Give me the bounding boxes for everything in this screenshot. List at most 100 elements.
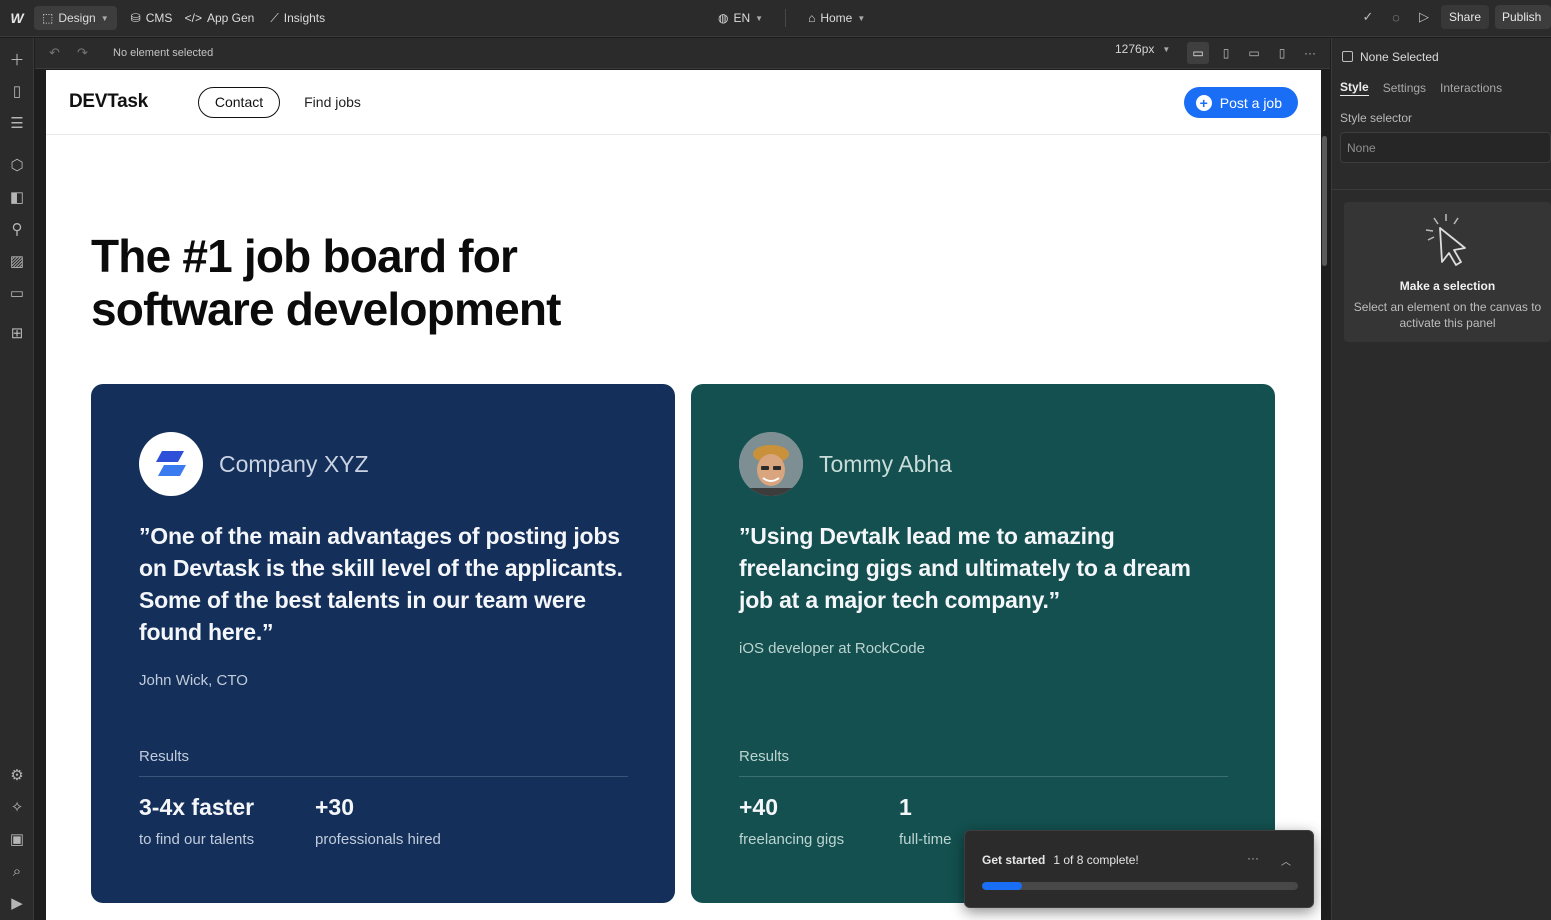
- locale-button[interactable]: ◍ EN ▼: [710, 6, 771, 30]
- selection-header: None Selected: [1332, 38, 1551, 75]
- chevron-down-icon: ▼: [100, 13, 109, 23]
- post-job-button[interactable]: + Post a job: [1183, 87, 1298, 118]
- stat-item: +40 freelancing gigs: [739, 794, 844, 848]
- insights-label: Insights: [283, 11, 326, 25]
- design-mode-button[interactable]: ⬚ Design ▼: [34, 6, 117, 30]
- cms-button[interactable]: ⛁ CMS: [123, 6, 177, 30]
- card-author-name: Company XYZ: [219, 450, 369, 477]
- audit-icon[interactable]: ▣: [6, 828, 28, 850]
- assets-icon[interactable]: ▨: [6, 250, 28, 272]
- right-panel: None Selected Style Settings Interaction…: [1331, 38, 1551, 920]
- navigator-icon[interactable]: ☰: [6, 112, 28, 134]
- stat-label: full-time: [899, 831, 952, 848]
- stat-label: to find our talents: [139, 831, 255, 848]
- site-navbar: DEVTask Contact Find jobs + Post a job: [46, 70, 1321, 135]
- get-started-progress-text: 1 of 8 complete!: [1053, 853, 1139, 867]
- page-selector-button[interactable]: ⌂ Home ▼: [800, 6, 873, 30]
- plus-icon: +: [1195, 94, 1212, 111]
- breakpoint-width-selector[interactable]: 1276px ▼: [1115, 42, 1170, 56]
- publish-button[interactable]: Publish: [1495, 5, 1551, 29]
- tab-settings[interactable]: Settings: [1383, 81, 1426, 95]
- ai-assistant-icon[interactable]: ✧: [6, 796, 28, 818]
- preview-play-icon[interactable]: ▷: [1413, 6, 1435, 28]
- chevron-up-icon[interactable]: ︿: [1281, 853, 1291, 868]
- mobile-portrait-icon[interactable]: ▯: [1271, 42, 1293, 64]
- undo-icon[interactable]: ↶: [49, 45, 63, 61]
- card-header: Company XYZ: [139, 432, 627, 496]
- tablet-breakpoint-icon[interactable]: ▯: [1215, 42, 1237, 64]
- left-toolbar: ＋ ▯ ☰ ⬡ ◧ ⚲ ▨ ▭ ⊞ ⚙ ✧ ▣ ⌕ ▶: [0, 38, 34, 920]
- settings-gear-icon[interactable]: ⚙: [6, 764, 28, 786]
- chart-line-icon: ⟋: [270, 10, 279, 25]
- canvas-scrollbar[interactable]: [1322, 136, 1327, 266]
- home-icon: ⌂: [808, 11, 816, 25]
- search-icon[interactable]: ⌕: [6, 860, 28, 882]
- get-started-progress-bar: [982, 882, 1298, 890]
- app-gen-button[interactable]: </> App Gen: [177, 6, 263, 30]
- hero-heading: The #1 job board for software developmen…: [91, 230, 651, 336]
- divider: [1332, 189, 1551, 190]
- apps-icon[interactable]: ⊞: [6, 322, 28, 344]
- stat-item: 3-4x faster to find our talents: [139, 794, 254, 848]
- empty-state-text: Select an element on the canvas to activ…: [1353, 300, 1542, 330]
- tab-style[interactable]: Style: [1340, 80, 1369, 96]
- share-button[interactable]: Share: [1440, 5, 1489, 29]
- insights-button[interactable]: ⟋ Insights: [262, 6, 330, 30]
- more-options-icon[interactable]: ···: [1247, 851, 1259, 865]
- none-selected-label: None Selected: [1360, 49, 1439, 64]
- cms-label: CMS: [145, 11, 173, 25]
- breakpoint-width: 1276px: [1115, 42, 1155, 56]
- tab-interactions[interactable]: Interactions: [1440, 81, 1502, 95]
- components-icon[interactable]: ⬡: [6, 154, 28, 176]
- stat-item: +30 professionals hired: [315, 794, 441, 848]
- brand-logo[interactable]: DEVTask: [69, 91, 148, 113]
- redo-icon[interactable]: ↷: [77, 45, 91, 61]
- variables-icon[interactable]: ⚲: [6, 218, 28, 240]
- globe-icon: ◍: [718, 11, 729, 25]
- stat-value: 1: [899, 794, 912, 820]
- chevron-down-icon: ▼: [857, 13, 866, 23]
- post-job-label: Post a job: [1219, 94, 1282, 111]
- more-options-icon[interactable]: ···: [1299, 42, 1321, 64]
- video-icon[interactable]: ▶: [6, 892, 28, 914]
- nav-contact-link[interactable]: Contact: [197, 86, 281, 118]
- stat-label: freelancing gigs: [739, 831, 845, 848]
- code-icon: </>: [184, 11, 202, 25]
- app-gen-label: App Gen: [206, 11, 255, 25]
- nav-find-jobs-link[interactable]: Find jobs: [304, 94, 361, 110]
- breakpoint-buttons: ▭ ▯ ▭ ▯ ···: [1187, 42, 1321, 64]
- chevron-down-icon: ▼: [1162, 44, 1171, 54]
- testimonial-attribution: John Wick, CTO: [139, 672, 248, 689]
- chevron-down-icon: ▼: [755, 13, 764, 23]
- pages-icon[interactable]: ▯: [6, 80, 28, 102]
- cursor-click-icon: [1425, 214, 1466, 266]
- cursor-box-icon: ⬚: [42, 11, 54, 25]
- style-selector-input[interactable]: None: [1340, 132, 1551, 163]
- comment-icon[interactable]: ◌: [1385, 6, 1407, 28]
- selection-status: No element selected: [113, 47, 214, 59]
- add-icon[interactable]: ＋: [6, 48, 28, 70]
- testimonial-card: Tommy Abha ”Using Devtalk lead me to ama…: [691, 384, 1275, 903]
- selection-checkbox[interactable]: [1342, 51, 1353, 62]
- webflow-logo-icon[interactable]: W: [0, 0, 34, 37]
- style-selector-value: None: [1347, 140, 1376, 155]
- locale-label: EN: [733, 11, 751, 25]
- top-bar: W ⬚ Design ▼ ⛁ CMS </> App Gen ⟋ Insight…: [0, 0, 1551, 37]
- desktop-breakpoint-icon[interactable]: ▭: [1187, 42, 1209, 64]
- progress-fill: [982, 882, 1022, 890]
- panel-tabs: Style Settings Interactions: [1332, 75, 1551, 101]
- database-icon: ⛁: [130, 11, 141, 25]
- top-center-controls: ◍ EN ▼ ⌂ Home ▼: [710, 6, 873, 30]
- canvas: DEVTask Contact Find jobs + Post a job T…: [35, 70, 1330, 920]
- site-page[interactable]: DEVTask Contact Find jobs + Post a job T…: [46, 70, 1321, 920]
- get-started-header: Get started 1 of 8 complete!: [982, 853, 1139, 867]
- cms-collections-icon[interactable]: ◧: [6, 186, 28, 208]
- testimonial-quote: ”One of the main advantages of posting j…: [139, 523, 623, 645]
- check-icon[interactable]: ✓: [1357, 6, 1379, 28]
- design-label: Design: [58, 11, 96, 25]
- empty-state-title: Make a selection: [1399, 279, 1496, 293]
- get-started-checklist[interactable]: Get started 1 of 8 complete! ··· ︿: [964, 830, 1314, 908]
- library-icon[interactable]: ▭: [6, 282, 28, 304]
- divider: [739, 776, 1228, 777]
- mobile-landscape-icon[interactable]: ▭: [1243, 42, 1265, 64]
